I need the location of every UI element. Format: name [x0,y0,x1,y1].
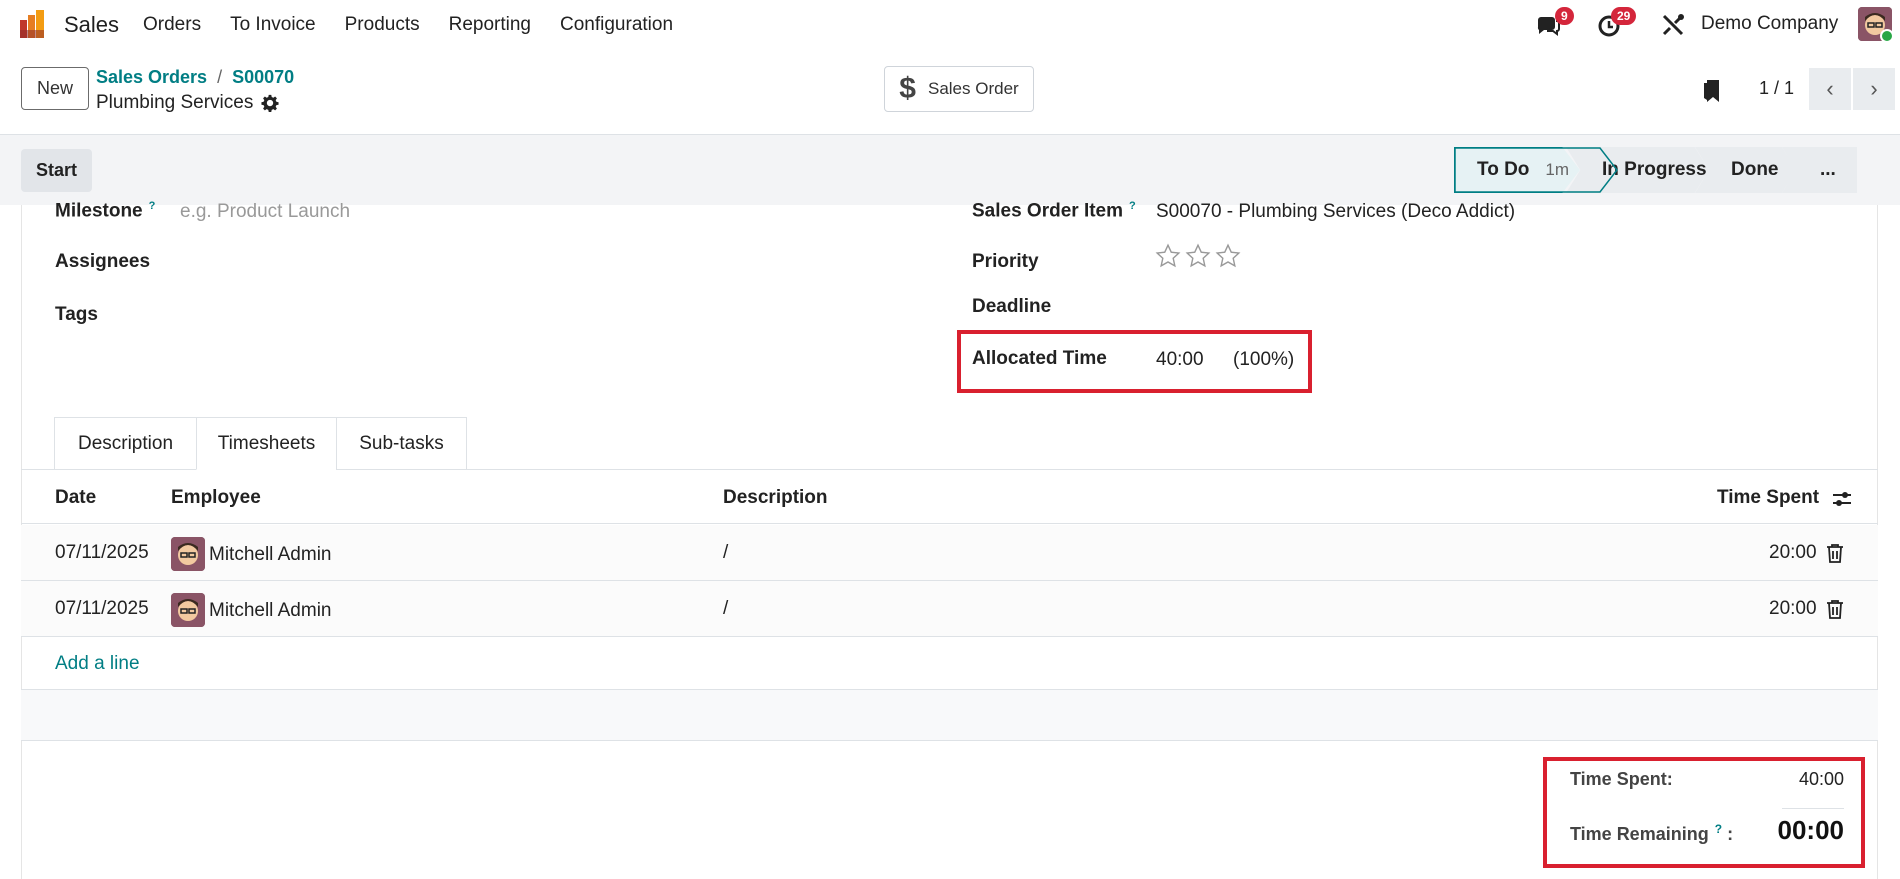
cell-time-spent: 20:00 [1769,542,1817,563]
tab-description[interactable]: Description [54,417,197,470]
table-row[interactable]: 07/11/2025 Mitchell Admin / 20:00 [21,581,1878,637]
priority-stars [1155,243,1241,269]
menu-orders[interactable]: Orders [143,14,201,36]
priority-label: Priority [972,251,1039,272]
cell-date: 07/11/2025 [55,598,149,619]
sales-app-icon[interactable] [18,8,50,40]
help-icon: ? [148,200,156,212]
allocated-time-highlight [957,330,1312,393]
tags-label: Tags [55,304,98,325]
menu-configuration[interactable]: Configuration [560,14,673,36]
cell-employee: Mitchell Admin [209,544,332,565]
cell-employee: Mitchell Admin [209,600,332,621]
star-icon[interactable] [1215,243,1241,269]
menu-reporting[interactable]: Reporting [449,14,531,36]
chevron-left-icon: ‹ [1826,76,1834,101]
trash-icon[interactable] [1826,599,1844,619]
pager-previous-button[interactable]: ‹ [1809,68,1851,110]
breadcrumb-sales-orders[interactable]: Sales Orders [96,67,207,87]
table-row[interactable]: 07/11/2025 Mitchell Admin / 20:00 [21,525,1878,581]
notebook-tabs: Description Timesheets Sub-tasks [54,417,467,470]
timesheet-header-row: Date Employee Description Time Spent [21,472,1878,524]
gear-icon[interactable] [261,94,279,112]
chevron-right-icon: › [1870,76,1878,101]
help-icon: ? [1129,200,1136,212]
optional-columns-icon[interactable] [1832,489,1852,509]
menu-to-invoice[interactable]: To Invoice [230,14,316,36]
trash-icon[interactable] [1826,543,1844,563]
pager-next-button[interactable]: › [1853,68,1895,110]
main-menu: Orders To Invoice Products Reporting Con… [143,14,702,36]
breadcrumb-separator: / [217,67,223,87]
stage-label: ... [1820,159,1836,180]
column-date[interactable]: Date [55,487,96,509]
stage-to-do-outline [1454,147,1618,193]
sales-order-item-label: Sales Order Item? [972,200,1136,222]
activities-badge: 29 [1611,7,1637,25]
sales-order-smart-button[interactable]: $ Sales Order [884,66,1034,112]
employee-avatar [171,593,205,627]
star-icon[interactable] [1155,243,1181,269]
breadcrumb-order[interactable]: S00070 [232,67,294,87]
table-footer-row [21,689,1878,741]
cell-date: 07/11/2025 [55,542,149,563]
milestone-label: Milestone? [55,200,156,222]
tab-sub-tasks[interactable]: Sub-tasks [336,417,467,470]
messages-badge: 9 [1555,7,1574,25]
smart-button-label: Sales Order [927,79,1019,98]
pager-value[interactable]: 1 / 1 [1759,78,1794,99]
online-status-dot [1880,29,1894,43]
dollar-icon: $ [899,72,916,105]
add-line-link[interactable]: Add a line [55,653,140,675]
milestone-input[interactable]: e.g. Product Launch [180,201,350,223]
star-icon[interactable] [1185,243,1211,269]
employee-avatar [171,537,205,571]
menu-products[interactable]: Products [345,14,420,36]
cell-description: / [723,598,729,619]
cell-time-spent: 20:00 [1769,598,1817,619]
record-name: Plumbing Services [96,92,254,113]
column-employee[interactable]: Employee [171,487,261,509]
sales-order-item-field[interactable]: S00070 - Plumbing Services (Deco Addict) [1156,201,1515,223]
deadline-label: Deadline [972,296,1052,317]
cell-description: / [723,542,729,563]
stage-label: Done [1731,159,1779,180]
stage-done[interactable]: Done [1695,147,1796,193]
tab-timesheets[interactable]: Timesheets [196,417,337,470]
new-button[interactable]: New [21,67,89,110]
control-panel: New Sales Orders / S00070 Plumbing Service… [0,49,1900,135]
column-description[interactable]: Description [723,487,828,509]
company-switcher[interactable]: Demo Company [1701,13,1838,35]
bookmark-icon[interactable] [1702,78,1722,104]
start-timer-button[interactable]: Start [21,149,92,192]
top-navbar: Sales Orders To Invoice Products Reporti… [0,0,1900,49]
assignees-label: Assignees [55,251,151,272]
tools-icon[interactable] [1660,12,1686,38]
record-title: Plumbing Services [96,92,279,114]
breadcrumb: Sales Orders / S00070 [96,67,294,88]
column-time-spent[interactable]: Time Spent [1717,487,1819,509]
app-name[interactable]: Sales [64,12,119,38]
totals-highlight [1543,757,1865,868]
